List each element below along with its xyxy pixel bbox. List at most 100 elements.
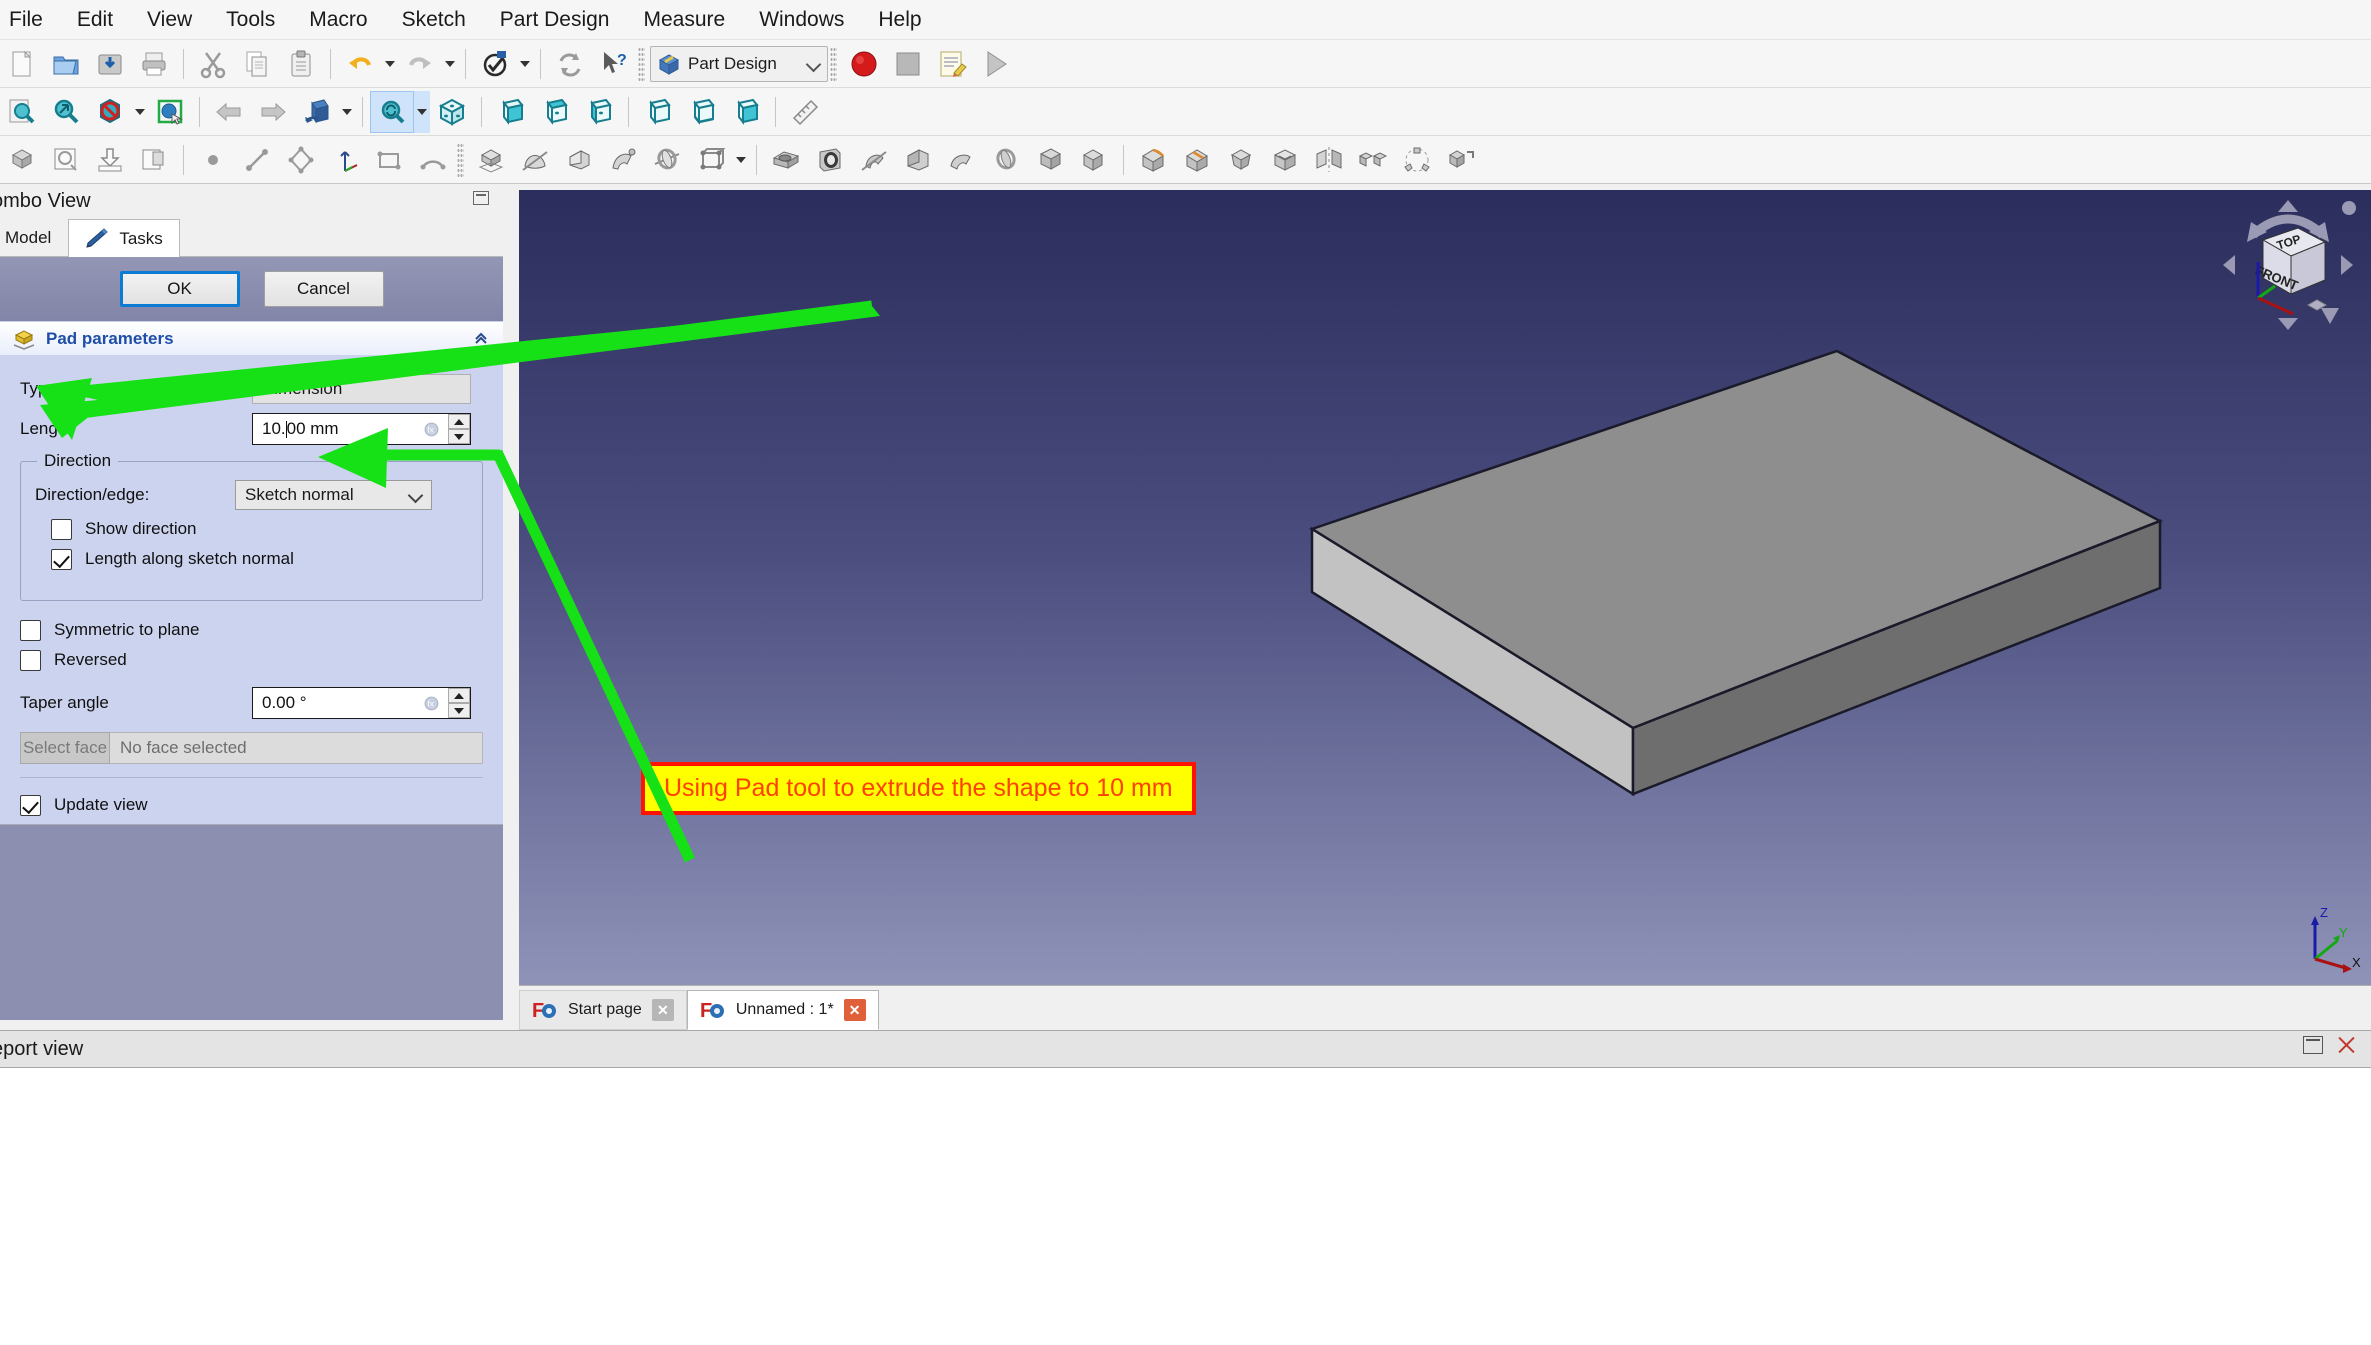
create-point-icon[interactable] xyxy=(191,139,235,181)
menu-view[interactable]: View xyxy=(130,5,209,34)
cut-scissors-icon[interactable] xyxy=(191,43,235,85)
reversed-row[interactable]: Reversed xyxy=(0,645,503,675)
additive-helix-icon[interactable] xyxy=(645,139,689,181)
revolution-icon[interactable] xyxy=(513,139,557,181)
chamfer-icon[interactable] xyxy=(1175,139,1219,181)
view-right-icon[interactable] xyxy=(577,91,621,133)
copy-icon[interactable] xyxy=(235,43,279,85)
tab-tasks[interactable]: Tasks xyxy=(68,219,180,257)
measure-ruler-icon[interactable] xyxy=(783,91,827,133)
create-datum-icon[interactable] xyxy=(323,139,367,181)
additive-loft-icon[interactable] xyxy=(557,139,601,181)
draw-style-icon[interactable] xyxy=(88,91,132,133)
new-document-icon[interactable] xyxy=(0,43,44,85)
select-face-button[interactable]: Select face xyxy=(20,732,110,764)
show-direction-checkbox[interactable] xyxy=(51,518,72,540)
3d-viewport[interactable]: TOP FRONT Z Y X xyxy=(519,190,2371,985)
fillet-icon[interactable] xyxy=(1131,139,1175,181)
create-rect-icon[interactable] xyxy=(367,139,411,181)
multi-transform-icon[interactable] xyxy=(1439,139,1483,181)
linear-pattern-icon[interactable] xyxy=(1351,139,1395,181)
menu-windows[interactable]: Windows xyxy=(742,5,861,34)
boolean-icon[interactable] xyxy=(1072,139,1116,181)
refresh-icon[interactable] xyxy=(548,43,592,85)
spin-down-icon[interactable] xyxy=(448,429,470,444)
macro-execute-icon[interactable] xyxy=(974,43,1018,85)
subtractive-primitive-icon[interactable] xyxy=(1028,139,1072,181)
redo-dropdown-caret[interactable] xyxy=(442,43,458,85)
show-direction-row[interactable]: Show direction xyxy=(21,514,482,544)
navigation-cube[interactable]: TOP FRONT xyxy=(2213,190,2363,340)
update-view-checkbox[interactable] xyxy=(20,794,41,816)
menu-edit[interactable]: Edit xyxy=(60,5,130,34)
menu-measure[interactable]: Measure xyxy=(626,5,742,34)
length-input[interactable]: 10. 00 mm fx xyxy=(252,413,471,445)
type-select[interactable]: Dimension xyxy=(252,374,471,404)
view-front-icon[interactable] xyxy=(489,91,533,133)
direction-edge-select[interactable]: Sketch normal xyxy=(235,480,432,510)
zoom-sync-icon[interactable] xyxy=(370,90,414,133)
length-along-normal-checkbox[interactable] xyxy=(51,548,72,570)
update-view-row[interactable]: Update view xyxy=(0,790,503,820)
back-arrow-icon[interactable] xyxy=(207,91,251,133)
box-selection-icon[interactable] xyxy=(148,91,192,133)
menu-file[interactable]: File xyxy=(0,5,60,34)
view-bottom-icon[interactable] xyxy=(680,91,724,133)
attach-sketch-icon[interactable] xyxy=(88,139,132,181)
create-body-icon[interactable] xyxy=(0,139,44,181)
macro-stop-icon[interactable] xyxy=(886,43,930,85)
refresh-dropdown-caret[interactable] xyxy=(517,43,533,85)
subtractive-pipe-icon[interactable] xyxy=(940,139,984,181)
menu-help[interactable]: Help xyxy=(861,5,938,34)
view-left-icon[interactable] xyxy=(724,91,768,133)
menu-part-design[interactable]: Part Design xyxy=(483,5,627,34)
ok-button[interactable]: OK xyxy=(119,271,240,307)
save-icon[interactable] xyxy=(88,43,132,85)
draft-icon[interactable] xyxy=(1219,139,1263,181)
length-along-normal-row[interactable]: Length along sketch normal xyxy=(21,544,482,574)
create-line-icon[interactable] xyxy=(235,139,279,181)
hole-icon[interactable] xyxy=(808,139,852,181)
primitive-dropdown-caret[interactable] xyxy=(733,139,749,181)
pad-parameters-header[interactable]: Pad parameters xyxy=(0,321,503,355)
toolbar-grip[interactable] xyxy=(457,142,464,177)
polar-pattern-icon[interactable] xyxy=(1395,139,1439,181)
float-panel-icon[interactable] xyxy=(473,191,489,205)
close-icon[interactable]: ✕ xyxy=(651,999,674,1021)
pad-icon[interactable] xyxy=(469,139,513,181)
reversed-checkbox[interactable] xyxy=(20,649,41,671)
tab-model[interactable]: Model xyxy=(0,218,68,256)
thickness-icon[interactable] xyxy=(1263,139,1307,181)
isometric-view-icon[interactable] xyxy=(295,91,339,133)
subtractive-loft-icon[interactable] xyxy=(896,139,940,181)
validate-sketch-icon[interactable] xyxy=(132,139,176,181)
mirrored-icon[interactable] xyxy=(1307,139,1351,181)
create-sketch-icon[interactable] xyxy=(44,139,88,181)
view-fit-cube-icon[interactable] xyxy=(430,91,474,133)
forward-arrow-icon[interactable] xyxy=(251,91,295,133)
mdi-tab-unnamed[interactable]: F Unnamed : 1* ✕ xyxy=(686,990,879,1030)
fit-all-icon[interactable] xyxy=(0,91,44,133)
menu-macro[interactable]: Macro xyxy=(292,5,384,34)
isometric-caret[interactable] xyxy=(339,91,355,133)
workbench-selector[interactable]: Part Design xyxy=(650,45,828,82)
undo-dropdown-caret[interactable] xyxy=(382,43,398,85)
macro-record-icon[interactable] xyxy=(842,43,886,85)
symmetric-row[interactable]: Symmetric to plane xyxy=(0,615,503,645)
create-polyline-icon[interactable] xyxy=(279,139,323,181)
toolbar-grip[interactable] xyxy=(830,46,837,81)
spin-down-icon[interactable] xyxy=(448,703,470,718)
additive-primitive-icon[interactable] xyxy=(689,139,733,181)
report-view-content[interactable] xyxy=(0,1068,2371,1345)
additive-pipe-icon[interactable] xyxy=(601,139,645,181)
close-icon[interactable] xyxy=(2337,1036,2357,1054)
subtractive-helix-icon[interactable] xyxy=(984,139,1028,181)
print-icon[interactable] xyxy=(132,43,176,85)
redo-arrow-icon[interactable] xyxy=(398,43,442,85)
symmetric-checkbox[interactable] xyxy=(20,619,41,641)
menu-sketch[interactable]: Sketch xyxy=(385,5,483,34)
draw-style-caret[interactable] xyxy=(132,91,148,133)
view-top-icon[interactable] xyxy=(533,91,577,133)
taper-angle-input[interactable]: 0.00 ° fx xyxy=(252,687,471,719)
refresh-check-icon[interactable] xyxy=(473,43,517,85)
